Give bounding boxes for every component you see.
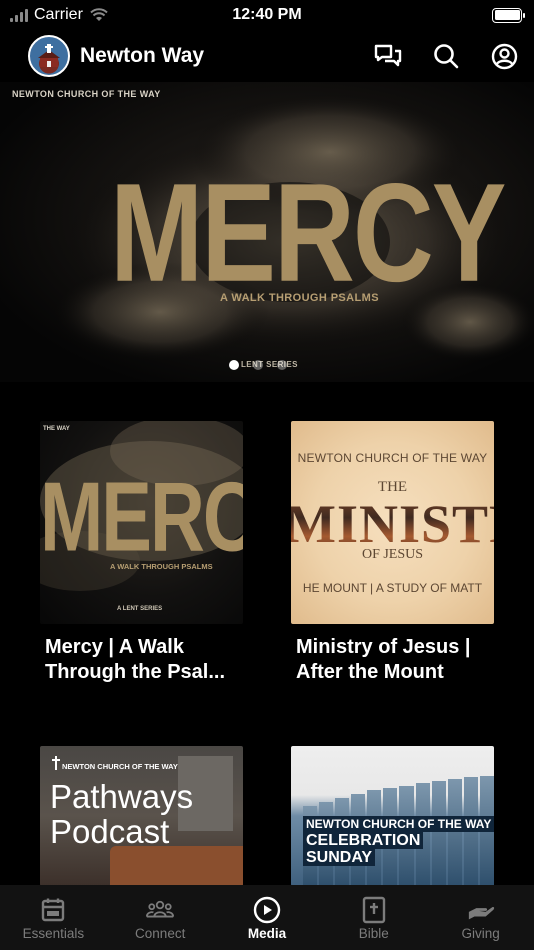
tab-label: Connect (135, 926, 186, 941)
media-thumbnail[interactable]: NEWTON CHURCH OF THE WAY CELEBRATION SUN… (291, 746, 494, 886)
calendar-icon (39, 896, 67, 924)
profile-icon[interactable] (490, 42, 518, 70)
chat-icon[interactable] (374, 42, 402, 70)
media-card-pathways[interactable]: NEWTON CHURCH OF THE WAY Pathways Podcas… (40, 746, 243, 886)
wifi-icon (90, 8, 108, 21)
tab-label: Essentials (22, 926, 85, 941)
thumb-title-line: CELEBRATION (303, 832, 424, 849)
cross-icon (52, 756, 60, 770)
hero-carousel[interactable]: NEWTON CHURCH OF THE WAY MERCY A WALK TH… (0, 82, 534, 382)
hero-subtitle: A WALK THROUGH PSALMS (220, 292, 379, 304)
hero-brand: NEWTON CHURCH OF THE WAY (12, 89, 161, 99)
status-left: Carrier (10, 6, 109, 24)
tab-media[interactable]: Media (214, 885, 321, 950)
search-icon[interactable] (432, 42, 460, 70)
thumb-tagline: HE MOUNT | A STUDY OF MATT (302, 581, 483, 595)
status-bar: Carrier 12:40 PM (0, 0, 534, 30)
thumb-title-line: Pathways (50, 778, 194, 815)
media-thumbnail[interactable]: THE WAY MERCY A WALK THROUGH PSALMS A LE… (40, 421, 243, 624)
carousel-dot[interactable] (253, 360, 263, 370)
tab-connect[interactable]: Connect (107, 885, 214, 950)
tab-bible[interactable]: Bible (320, 885, 427, 950)
thumb-brand: NEWTON CHURCH OF THE WAY (297, 451, 488, 465)
giving-hand-icon (467, 896, 495, 924)
thumb-title: MINISTRY (291, 493, 494, 555)
tab-label: Giving (461, 926, 500, 941)
thumb-title: CELEBRATION SUNDAY (303, 832, 424, 866)
carrier-label: Carrier (34, 6, 83, 23)
thumb-title: Pathways Podcast (50, 779, 193, 849)
thumb-series: A LENT SERIES (117, 606, 163, 612)
media-card-ministry[interactable]: NEWTON CHURCH OF THE WAY THE MINISTRY OF… (291, 421, 494, 685)
carousel-pagination (229, 360, 287, 370)
media-card-celebration[interactable]: NEWTON CHURCH OF THE WAY CELEBRATION SUN… (291, 746, 494, 886)
app-title: Newton Way (80, 44, 205, 67)
group-icon (146, 896, 175, 924)
thumb-title-line: Podcast (50, 813, 170, 850)
bible-icon (360, 896, 388, 924)
header-actions (374, 42, 518, 70)
play-circle-icon (253, 896, 281, 924)
church-building-icon (38, 44, 60, 67)
media-thumbnail[interactable]: NEWTON CHURCH OF THE WAY Pathways Podcas… (40, 746, 243, 886)
media-card-title[interactable]: Ministry of Jesus | After the Mount (296, 635, 496, 685)
thumb-brand: THE WAY (43, 426, 70, 432)
tab-bar: Essentials Connect Media Bible Giving (0, 885, 534, 950)
carousel-dot[interactable] (277, 360, 287, 370)
media-card-mercy[interactable]: THE WAY MERCY A WALK THROUGH PSALMS A LE… (40, 421, 243, 685)
thumb-title-line: SUNDAY (303, 849, 376, 866)
church-logo[interactable] (28, 35, 70, 77)
thumb-subtitle: OF JESUS (361, 547, 424, 562)
tab-label: Bible (358, 926, 389, 941)
thumb-couch-art (110, 846, 243, 886)
tab-giving[interactable]: Giving (427, 885, 534, 950)
tab-label: Media (247, 926, 287, 941)
app-header: Newton Way (0, 30, 534, 82)
thumb-title: MERCY (40, 462, 243, 573)
thumb-brand: NEWTON CHURCH OF THE WAY (62, 762, 178, 771)
thumb-subtitle: A WALK THROUGH PSALMS (110, 562, 213, 571)
media-thumbnail[interactable]: NEWTON CHURCH OF THE WAY THE MINISTRY OF… (291, 421, 494, 624)
media-card-title[interactable]: Mercy | A Walk Through the Psal... (45, 635, 245, 685)
carousel-dot[interactable] (229, 360, 239, 370)
signal-icon (10, 8, 28, 22)
tab-essentials[interactable]: Essentials (0, 885, 107, 950)
battery-icon (492, 7, 525, 23)
hero-title: MERCY (110, 154, 506, 311)
thumb-brand: NEWTON CHURCH OF THE WAY (303, 816, 494, 832)
